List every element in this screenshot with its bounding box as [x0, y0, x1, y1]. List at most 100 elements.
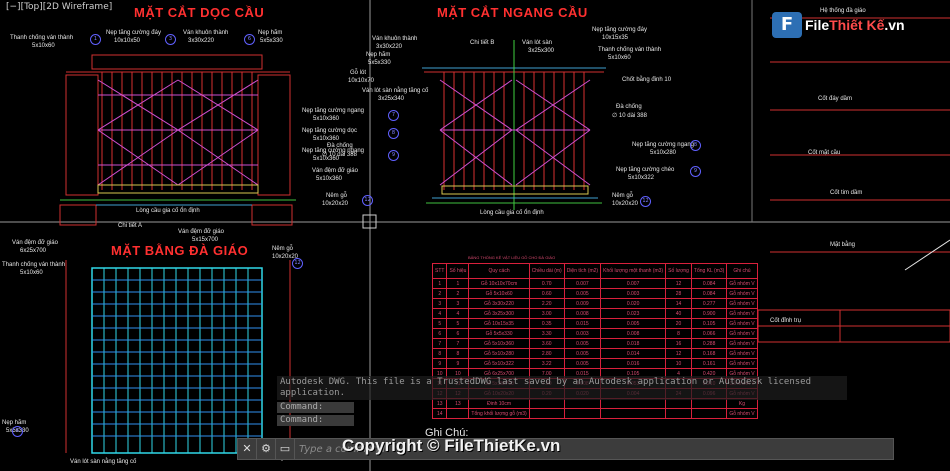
command-history-line: Command:: [277, 415, 354, 426]
cross-label: 5x5x330: [368, 60, 391, 66]
table-cell: 0.015: [563, 318, 602, 329]
table-cell: Gỗ nhóm V: [726, 298, 758, 309]
table-header-cell: Khối lượng một thanh (m3): [600, 263, 667, 279]
cross-label: 3x30x220: [376, 44, 403, 50]
table-header-cell: STT: [431, 263, 448, 279]
callout-marker: 7: [388, 110, 399, 121]
table-cell: Gỗ 5x10x280: [468, 348, 530, 359]
callout-marker: 9: [388, 150, 399, 161]
table-cell: 0.005: [563, 348, 602, 359]
close-icon[interactable]: ✕: [238, 439, 257, 459]
table-cell: 0.008: [600, 328, 667, 339]
table-cell: 4: [431, 308, 448, 319]
long-label: Nẹp tăng cường dọc: [302, 128, 357, 134]
table-header-cell: Số hiệu: [446, 263, 470, 279]
callout-marker: 12: [292, 258, 303, 269]
cross-label: Thanh chống ván thành: [598, 47, 662, 53]
command-prompt-icon[interactable]: ▭: [276, 439, 295, 459]
table-cell: 3: [446, 298, 470, 309]
callout-marker: 3: [165, 34, 176, 45]
cross-label: Ván lót sàn: [522, 40, 553, 46]
scaffold-plan-drawing: [65, 260, 291, 454]
cross-label: Gỗ lót: [350, 70, 367, 76]
long-label: 3x30x220: [188, 38, 215, 44]
table-cell: 0.003: [563, 328, 602, 339]
plan-label: Ván lót sàn nằng tăng cố: [70, 459, 137, 465]
table-cell: 7: [446, 338, 470, 349]
plan-label: Ván đệm đỡ giáo: [178, 229, 224, 235]
table-cell: 0.007: [600, 278, 667, 289]
long-label: Lòng cầu gia cố ổn định: [136, 208, 200, 214]
long-label: 10x10x50: [114, 38, 141, 44]
table-cell: 0.161: [690, 358, 728, 369]
table-cell: 8: [665, 328, 692, 339]
logo-text-3: .vn: [884, 17, 905, 33]
table-cell: 6: [446, 328, 470, 339]
table-row: 5 5 Gỗ 10x15x35 0.35 0.015 0.005 20 0.105 Gỗ nhó…: [431, 318, 758, 329]
viewport-controls-label[interactable]: [−][Top][2D Wireframe]: [6, 2, 112, 12]
long-label: Nẹp tăng cường ngang: [302, 108, 364, 114]
table-cell: Gỗ nhóm V: [726, 278, 758, 289]
callout-marker: 12: [362, 195, 373, 206]
table-cell: 0.084: [690, 288, 728, 299]
table-cell: 2: [446, 288, 470, 299]
cross-label: Nẹp tăng cường ngang: [632, 142, 694, 148]
table-cell: 9: [446, 358, 470, 369]
table-cell: Gỗ nhóm V: [726, 338, 758, 349]
cross-label: Nẹp hãm: [366, 52, 391, 58]
table-cell: 0.005: [600, 318, 667, 329]
cross-label: 10x10x70: [348, 78, 375, 84]
table-cell: 0.014: [600, 348, 667, 359]
table-cell: Gỗ 10x15x35: [468, 318, 530, 329]
table-cell: 16: [665, 338, 692, 349]
customize-icon[interactable]: ⚙: [257, 439, 276, 459]
long-label: Ván đệm đỡ giáo: [312, 168, 358, 174]
callout-marker: 12: [640, 196, 651, 207]
table-cell: 9: [431, 358, 448, 369]
table-cell: 3.30: [528, 328, 565, 339]
table-cell: 0.008: [563, 308, 602, 319]
table-cell: 0.288: [690, 338, 728, 349]
site-logo: F FileThiết Kế.vn: [772, 12, 905, 38]
table-row: 4 4 Gỗ 3x25x300 3.00 0.008 0.023 40 0.900 Gỗ nhó…: [431, 308, 758, 319]
command-history: Autodesk DWG. This file is a TrustedDWG …: [277, 376, 847, 426]
elevation-label: Mặt bằng: [830, 242, 856, 248]
table-cell: 1: [446, 278, 470, 289]
table-row: 7 7 Gỗ 5x10x360 3.60 0.005 0.018 16 0.288 Gỗ nhó…: [431, 338, 758, 349]
cross-label: ∅ 10 dài 388: [612, 113, 647, 119]
cross-section-drawing: [422, 40, 606, 210]
plan-label: Nêm gỗ: [272, 246, 294, 252]
cross-label: Lòng cầu gia cố ổn định: [480, 210, 544, 216]
plan-label: 5x10x60: [20, 270, 43, 276]
table-row: 8 8 Gỗ 5x10x280 2.80 0.005 0.014 12 0.168 Gỗ nhó…: [431, 348, 758, 359]
long-label: Chi tiết A: [118, 223, 143, 229]
table-cell: 0.018: [600, 338, 667, 349]
long-label: Đà chống: [327, 143, 353, 149]
command-history-line: Command:: [277, 402, 354, 413]
table-cell: Gỗ 5x10x322: [468, 358, 530, 369]
table-cell: 10: [665, 358, 692, 369]
table-cell: 0.005: [563, 338, 602, 349]
command-input-bar[interactable]: ✕ ⚙ ▭ Type a command: [237, 438, 894, 460]
table-cell: 0.003: [600, 288, 667, 299]
table-cell: 3.22: [528, 358, 565, 369]
callout-marker: 8: [388, 128, 399, 139]
elevation-label: Cốt tim dầm: [830, 190, 863, 196]
table-cell: Gỗ nhóm V: [726, 328, 758, 339]
table-cell: Gỗ nhóm V: [726, 348, 758, 359]
table-cell: 8: [431, 348, 448, 359]
logo-text-1: File: [805, 17, 830, 33]
cross-label: Nẹp tăng cường chéo: [616, 167, 675, 173]
command-message: Autodesk DWG. This file is a TrustedDWG …: [277, 376, 847, 400]
callout-marker: 9: [690, 166, 701, 177]
long-label: 5x10x360: [316, 176, 343, 182]
long-label: Nẹp hãm: [258, 30, 283, 36]
copyright-watermark: Copyright © FileThietKe.vn: [342, 436, 561, 455]
table-cell: 6: [431, 328, 448, 339]
cross-label: 5x10x60: [608, 55, 631, 61]
cross-label: Nêm gỗ: [612, 193, 634, 199]
table-cell: Gỗ nhóm V: [726, 288, 758, 299]
table-cell: 20: [665, 318, 692, 329]
table-cell: 0.005: [563, 358, 602, 369]
table-row: 9 9 Gỗ 5x10x322 3.22 0.005 0.016 10 0.161 Gỗ nhó…: [431, 358, 758, 369]
